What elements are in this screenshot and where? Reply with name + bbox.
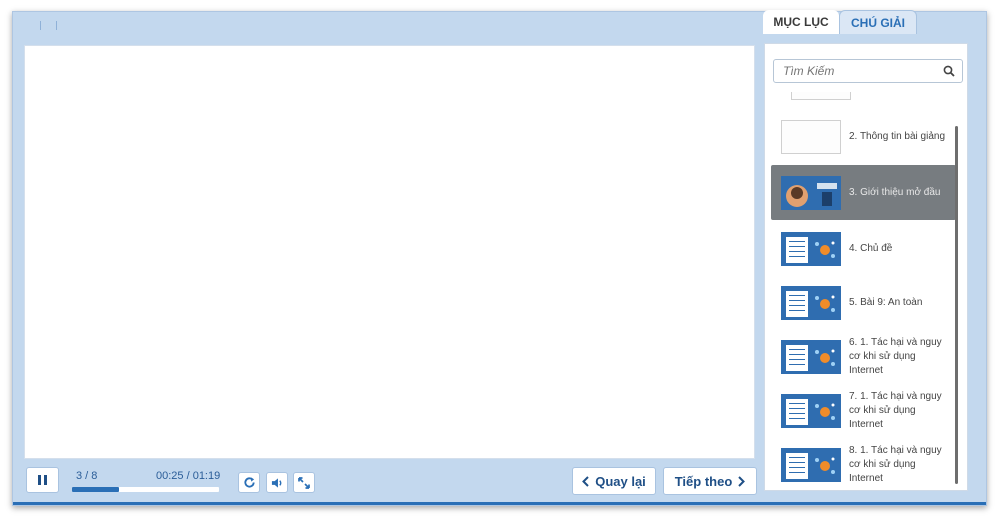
- search-input[interactable]: [774, 60, 962, 82]
- slide-thumbnail: [781, 448, 841, 482]
- time-display: 00:25 / 01:19: [156, 470, 221, 482]
- slide-counter: 3 / 8: [76, 470, 98, 482]
- slide-thumbnail: [781, 232, 841, 266]
- tab-muc-luc[interactable]: MỤC LỤC: [763, 10, 839, 34]
- slide-thumbnail: [781, 394, 841, 428]
- pause-button[interactable]: [26, 467, 59, 493]
- slide-stage[interactable]: [24, 45, 755, 459]
- list-item-label: 2. Thông tin bài giảng: [849, 131, 946, 142]
- list-item-label: 6. 1. Tác hại và nguy cơ khi sử dụng Int…: [849, 337, 942, 376]
- toc-list: 2. Thông tin bài giảng 3. Giới thiệu mở …: [765, 92, 969, 486]
- fullscreen-button[interactable]: [293, 472, 315, 493]
- next-button[interactable]: Tiếp theo: [663, 467, 757, 495]
- sidebar-scrollbar[interactable]: [955, 126, 958, 484]
- list-item[interactable]: 2. Thông tin bài giảng: [771, 112, 956, 162]
- tab-chu-giai[interactable]: CHÚ GIẢI: [839, 10, 917, 34]
- volume-icon: [271, 477, 281, 488]
- partial-thumbnail: [791, 92, 851, 100]
- list-item-label: 8. 1. Tác hại và nguy cơ khi sử dụng Int…: [849, 445, 942, 484]
- search-box: [773, 59, 963, 83]
- sidebar-panel: 2. Thông tin bài giảng 3. Giới thiệu mở …: [764, 43, 968, 491]
- slide-thumbnail: [781, 340, 841, 374]
- list-item[interactable]: 6. 1. Tác hại và nguy cơ khi sử dụng Int…: [771, 332, 956, 382]
- progress-bar[interactable]: [72, 487, 219, 492]
- pause-icon: [38, 475, 47, 485]
- slide-thumbnail: [781, 286, 841, 320]
- list-item[interactable]: 3. Giới thiệu mở đầu: [771, 165, 956, 220]
- list-item[interactable]: 5. Bài 9: An toàn: [771, 278, 956, 328]
- replay-button[interactable]: [238, 472, 260, 493]
- top-ticks: [40, 21, 70, 31]
- presenter-image: [786, 182, 837, 207]
- list-item-label: 4. Chủ đề: [849, 243, 893, 254]
- chevron-left-icon: [582, 475, 589, 487]
- next-label: Tiếp theo: [674, 473, 733, 489]
- list-item-label: 7. 1. Tác hại và nguy cơ khi sử dụng Int…: [849, 391, 942, 430]
- frame-bottom-line: [13, 502, 986, 505]
- list-item[interactable]: 4. Chủ đề: [771, 224, 956, 274]
- list-item[interactable]: 8. 1. Tác hại và nguy cơ khi sử dụng Int…: [771, 440, 956, 486]
- prev-button[interactable]: Quay lại: [572, 467, 656, 495]
- search-icon[interactable]: [943, 65, 955, 77]
- list-item[interactable]: 7. 1. Tác hại và nguy cơ khi sử dụng Int…: [771, 386, 956, 436]
- list-item-label: 3. Giới thiệu mở đầu: [849, 186, 941, 198]
- slide-thumbnail: [781, 120, 841, 154]
- volume-button[interactable]: [266, 472, 288, 493]
- fullscreen-icon: [298, 476, 310, 489]
- chevron-right-icon: [738, 475, 746, 487]
- prev-label: Quay lại: [595, 473, 646, 489]
- slide-thumbnail: [781, 175, 841, 210]
- replay-icon: [243, 477, 255, 488]
- list-item-label: 5. Bài 9: An toàn: [849, 297, 923, 308]
- progress-fill: [72, 487, 120, 492]
